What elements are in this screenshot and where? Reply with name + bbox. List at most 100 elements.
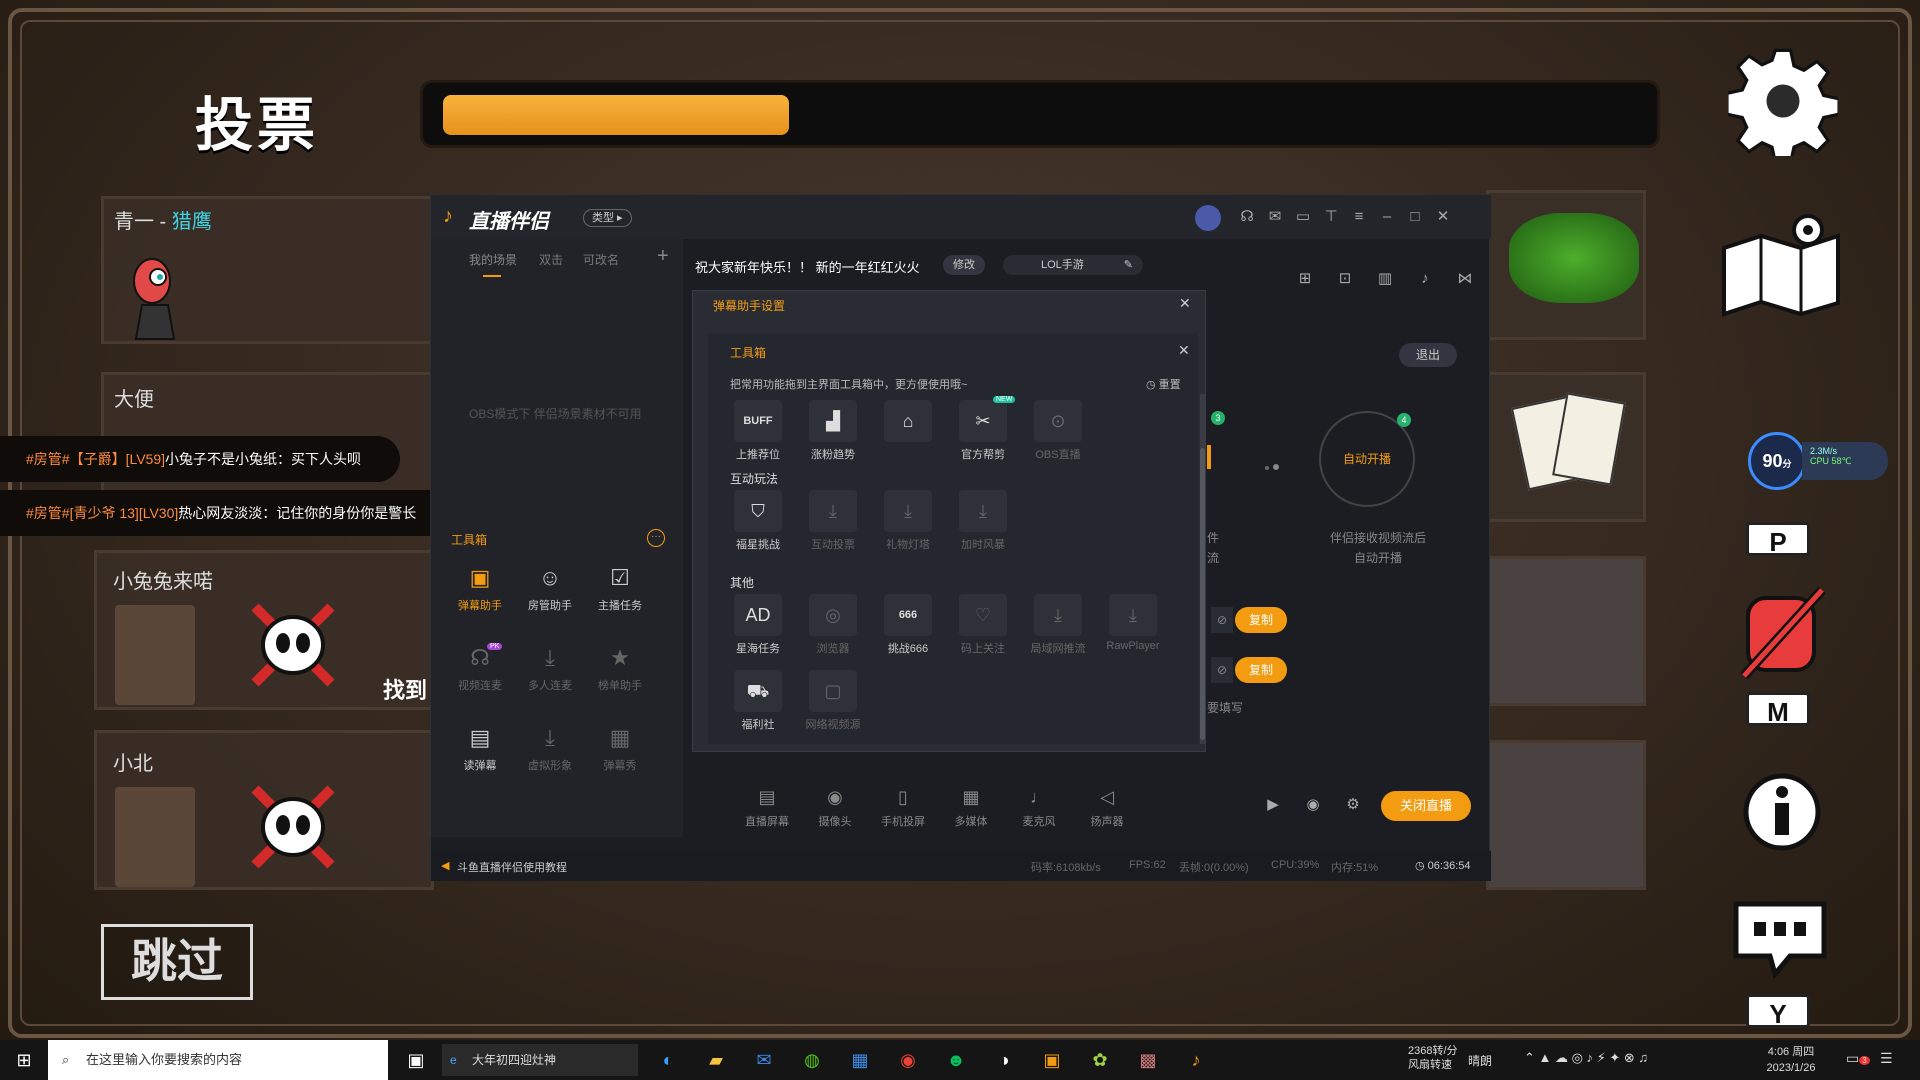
eye-icon[interactable]: ◉ xyxy=(1305,797,1321,813)
tab-my-scenes[interactable]: 我的场景 xyxy=(469,251,517,268)
scrollbar-thumb[interactable] xyxy=(1200,448,1205,740)
obs-icon[interactable]: ◑ xyxy=(980,1040,1028,1080)
mic-muted-icon[interactable] xyxy=(1736,584,1832,684)
taskbar-search[interactable]: ⌕ 在这里输入你要搜索的内容 xyxy=(48,1040,388,1080)
toolbox-item[interactable]: AD 星海任务 xyxy=(728,594,788,658)
bottom-tool[interactable]: ▦ 多媒体 xyxy=(941,785,1001,829)
store-icon[interactable]: ▦ xyxy=(836,1040,884,1080)
edit-button[interactable]: 修改 xyxy=(943,255,985,275)
tab-rename[interactable]: 可改名 xyxy=(583,251,619,268)
dialog-close-icon[interactable]: ✕ xyxy=(1179,295,1191,312)
toolbox-item[interactable]: ⛉ 福星挑战 xyxy=(728,490,788,554)
mail-icon[interactable]: ✉ xyxy=(1267,209,1283,225)
bottom-tool[interactable]: ▤ 直播屏幕 xyxy=(737,785,797,829)
lock-icon[interactable]: ⊡ xyxy=(1337,271,1353,287)
mail-app-icon[interactable]: ✉ xyxy=(740,1040,788,1080)
tutorial-link[interactable]: 斗鱼直播伴侣使用教程 xyxy=(457,859,567,875)
mode-badge[interactable]: 类型 ▸ xyxy=(583,209,632,227)
streaming-app-icon[interactable]: ♪ xyxy=(1172,1040,1220,1080)
tool-item[interactable]: ▤ 读弹幕 xyxy=(445,723,515,795)
player-card-4[interactable]: 小北 xyxy=(94,730,434,890)
toolbox-item[interactable]: ⌂ xyxy=(878,400,938,464)
app-game-icon[interactable]: ▩ xyxy=(1124,1040,1172,1080)
app-orange-icon[interactable]: ▣ xyxy=(1028,1040,1076,1080)
copy-button[interactable]: 复制 xyxy=(1235,607,1287,633)
bottom-tool[interactable]: ◁ 扬声器 xyxy=(1077,785,1137,829)
settings-icon[interactable]: ⚙ xyxy=(1345,797,1361,813)
layout-icon[interactable]: ▥ xyxy=(1377,271,1393,287)
tool-item[interactable]: ★ 榜单助手 xyxy=(585,643,655,715)
shirt-icon[interactable]: ⊤ xyxy=(1323,209,1339,225)
app-lime-icon[interactable]: ✿ xyxy=(1076,1040,1124,1080)
toolbox-item[interactable]: ◎ 浏览器 xyxy=(803,594,863,658)
tool-item[interactable]: ☺ 房管助手 xyxy=(515,563,585,635)
minimize-icon[interactable]: – xyxy=(1379,209,1395,225)
tool-item[interactable]: ⤓ 多人连麦 xyxy=(515,643,585,715)
user-avatar[interactable] xyxy=(1195,205,1221,231)
folder-icon[interactable]: ▰ xyxy=(692,1040,740,1080)
gift-icon[interactable]: ⊞ xyxy=(1297,271,1313,287)
tool-item[interactable]: ☑ 主播任务 xyxy=(585,563,655,635)
bottom-tool[interactable]: ▯ 手机投屏 xyxy=(873,785,933,829)
scrollbar-track[interactable] xyxy=(1200,394,1205,744)
reset-button[interactable]: ◷ 重置 xyxy=(1146,376,1181,392)
notification-icon[interactable]: ▭ 3 xyxy=(1846,1050,1870,1067)
game-category[interactable]: LOL手游 ✎ xyxy=(1003,255,1143,275)
tool-item[interactable]: ☊ 视频连麦 PK xyxy=(445,643,515,715)
toolbox-item[interactable]: ⤓ 局域网推流 xyxy=(1028,594,1088,658)
toolbox-item[interactable]: ▢ 网络视频源 xyxy=(803,670,863,734)
tray-icons[interactable]: ⌃ ▲ ☁ ◎ ♪ ⚡ ✦ ⊗ ♫ xyxy=(1524,1050,1648,1066)
copy-button[interactable]: 复制 xyxy=(1235,657,1287,683)
toolbox-item[interactable]: ⤓ 互动投票 xyxy=(803,490,863,554)
player-card-right-4[interactable] xyxy=(1486,740,1646,890)
maximize-icon[interactable]: □ xyxy=(1407,209,1423,225)
toolbox-item[interactable]: ♡ 码上关注 xyxy=(953,594,1013,658)
action-center-icon[interactable]: ☰ xyxy=(1880,1050,1893,1067)
map-icon[interactable] xyxy=(1716,208,1846,318)
bell-icon[interactable]: ♪ xyxy=(1417,271,1433,287)
close-live-button[interactable]: 关闭直播 xyxy=(1381,791,1471,821)
headset-icon[interactable]: ☊ xyxy=(1239,209,1255,225)
exit-button[interactable]: 退出 xyxy=(1399,343,1457,367)
clock[interactable]: 4:06 周四 2023/1/26 xyxy=(1756,1044,1826,1076)
app-green-icon[interactable]: ◍ xyxy=(788,1040,836,1080)
toolbox-item[interactable]: ⤓ 加时风暴 xyxy=(953,490,1013,554)
toolbox-item[interactable]: ⛟ 福利社 xyxy=(728,670,788,734)
video-icon[interactable]: ▶ xyxy=(1265,797,1281,813)
settings-gear-icon[interactable] xyxy=(1728,46,1838,156)
bottom-tool[interactable]: ◉ 摄像头 xyxy=(805,785,865,829)
player-card-1[interactable]: 青一 - 猎鹰 xyxy=(101,196,441,344)
eye-hidden-icon[interactable]: ⊘ xyxy=(1211,657,1233,683)
info-icon[interactable] xyxy=(1740,770,1824,854)
player-card-right-3[interactable] xyxy=(1486,556,1646,706)
menu-icon[interactable]: ≡ xyxy=(1351,209,1367,225)
wechat-icon[interactable]: ☻ xyxy=(932,1040,980,1080)
player-card-3[interactable]: 小兔兔来喏 找到 xyxy=(94,550,434,710)
tool-item[interactable]: ▣ 弹幕助手 xyxy=(445,563,515,635)
close-icon[interactable]: ✕ xyxy=(1435,209,1451,225)
panel-close-icon[interactable]: ✕ xyxy=(1178,342,1190,359)
eye-hidden-icon[interactable]: ⊘ xyxy=(1211,607,1233,633)
chat-bubble-icon[interactable] xyxy=(1730,896,1830,980)
skip-button[interactable]: 跳过 xyxy=(101,924,253,1000)
edge-icon[interactable]: ◐ xyxy=(644,1040,692,1080)
task-view-icon[interactable]: ▣ xyxy=(392,1040,440,1080)
tab-double-click[interactable]: 双击 xyxy=(539,251,563,268)
bottom-tool[interactable]: ♩ 麦克风 xyxy=(1009,785,1069,829)
toolbox-item[interactable]: ▟ 涨粉趋势 xyxy=(803,400,863,464)
chrome-icon[interactable]: ◉ xyxy=(884,1040,932,1080)
more-icon[interactable]: ··· xyxy=(647,529,665,547)
taskbar-browser-tab[interactable]: e 大年初四迎灶神 xyxy=(442,1044,638,1076)
screen-icon[interactable]: ▭ xyxy=(1295,209,1311,225)
add-scene-icon[interactable]: + xyxy=(657,245,669,268)
windows-start-icon[interactable]: ⊞ xyxy=(0,1040,48,1080)
toolbox-item[interactable]: 666 挑战666 xyxy=(878,594,938,658)
toolbox-item[interactable]: ✂ 官方帮剪 NEW xyxy=(953,396,1016,464)
tool-item[interactable]: ⤓ 虚拟形象 xyxy=(515,723,585,795)
player-card-right-2[interactable] xyxy=(1486,372,1646,522)
tool-item[interactable]: ▦ 弹幕秀 xyxy=(585,723,655,795)
toolbox-item[interactable]: ⤓ 礼物灯塔 xyxy=(878,490,938,554)
player-card-right-1[interactable] xyxy=(1486,190,1646,340)
toolbox-item[interactable]: ⊙ OBS直播 xyxy=(1028,400,1088,464)
toolbox-item[interactable]: BUFF 上推荐位 xyxy=(728,400,788,464)
